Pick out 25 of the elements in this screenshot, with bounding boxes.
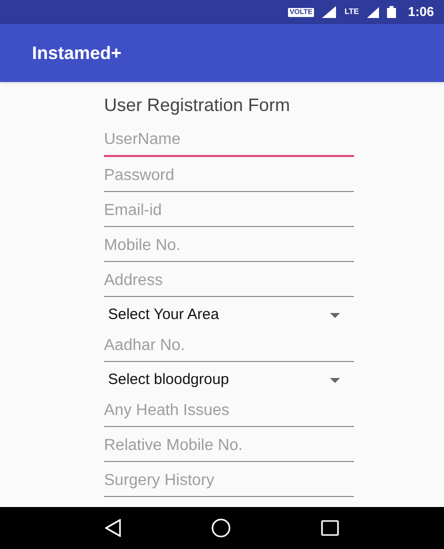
input-field[interactable]: Any Heath Issues [104,395,354,427]
network-label: LTE [344,8,359,16]
battery-icon [386,6,396,18]
input-field[interactable]: UserName [104,125,354,157]
dropdown-caret-icon [330,378,340,382]
dropdown[interactable]: Select Your Area [104,300,354,330]
input-field[interactable]: Address [104,265,354,297]
signal-icon [322,6,336,18]
input-field[interactable]: Email-id [104,195,354,227]
dropdown-caret-icon [330,312,340,318]
input-field[interactable]: Surgery History [104,465,354,497]
dropdown-value: Select Your Area [108,304,219,325]
dropdown[interactable]: Select bloodgroup [104,365,354,395]
back-icon[interactable] [105,519,121,537]
input-field[interactable]: Relative Mobile No. [104,430,354,462]
home-icon[interactable] [211,518,231,538]
clock: 1:06 [408,3,434,22]
dropdown-value: Select bloodgroup [108,370,229,390]
input-field[interactable]: Password [104,160,354,192]
recents-icon[interactable] [321,520,339,536]
app-title: Instamed+ [32,42,122,64]
signal-icon [366,6,379,18]
input-field[interactable]: Mobile No. [104,230,354,262]
form-title: User Registration Form [104,94,292,117]
input-field[interactable]: Aadhar No. [104,330,354,362]
